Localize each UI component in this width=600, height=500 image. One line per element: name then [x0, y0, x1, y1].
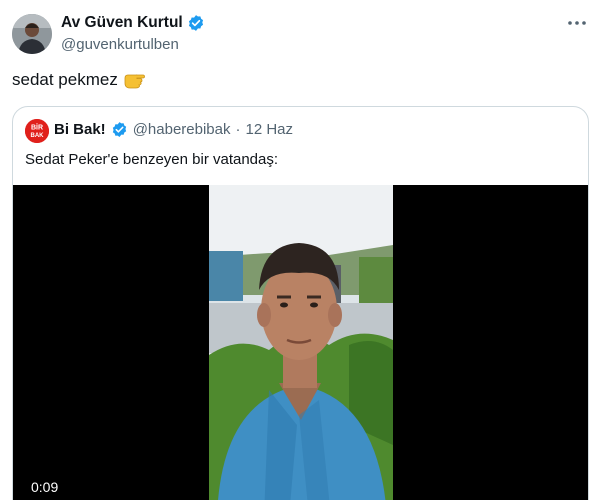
quoted-author-display-name[interactable]: Bi Bak!	[54, 121, 106, 138]
hand-pointing-icon	[123, 70, 145, 90]
quoted-author-avatar[interactable]: BİR BAK	[25, 119, 49, 143]
quoted-tweet-date[interactable]: 12 Haz	[245, 121, 293, 138]
quoted-tweet-text: Sedat Peker'e benzeyen bir vatandaş:	[25, 151, 279, 168]
tweet-body: sedat pekmez	[12, 70, 145, 90]
tweet-card[interactable]: Av Güven Kurtul @guvenkurtulben sedat pe…	[0, 0, 600, 500]
more-options-icon[interactable]	[566, 14, 588, 32]
author-display-name[interactable]: Av Güven Kurtul	[61, 14, 183, 32]
video-duration: 0:09	[23, 477, 67, 497]
tweet-text: sedat pekmez	[12, 70, 118, 89]
separator-dot: ·	[235, 121, 241, 138]
video-frame	[209, 185, 393, 500]
verified-badge-icon	[111, 121, 128, 138]
svg-text:BİR: BİR	[31, 124, 43, 132]
author-avatar[interactable]	[12, 14, 52, 54]
video-player[interactable]: 0:09	[13, 185, 588, 500]
author-handle[interactable]: @guvenkurtulben	[61, 36, 179, 53]
svg-text:BAK: BAK	[31, 133, 45, 139]
verified-badge-icon	[187, 14, 205, 32]
quoted-author-handle[interactable]: @haberebibak	[133, 121, 231, 138]
quoted-tweet[interactable]: BİR BAK Bi Bak! @haberebibak · 12 Haz Se…	[12, 106, 589, 500]
